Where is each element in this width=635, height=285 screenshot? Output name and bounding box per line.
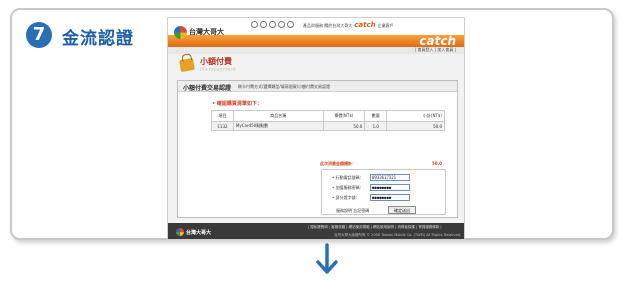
company-logo-icon[interactable] xyxy=(174,26,187,39)
pin-label: • 加值服務密碼： xyxy=(332,185,364,190)
step-title: 金流認證 xyxy=(62,29,134,49)
nav-circle-icon[interactable] xyxy=(278,21,285,28)
panel-title: 小額付費交易認證 xyxy=(183,85,232,92)
table-header-row: 項目 商品名稱 單價(NT$) 數量 小計(NT$) xyxy=(211,110,445,122)
enterprise-link[interactable]: 企業客戶 xyxy=(378,23,394,28)
copyright: 台灣大哥大版權所有 © 2008 Taiwan Mobile Co. (TWM)… xyxy=(334,233,462,237)
table-cell: 1132 xyxy=(211,121,234,131)
page-subtitle: Micropayment xyxy=(200,67,236,73)
top-nav-links[interactable]: 產品與服務 關於台灣大哥大 catch 企業客戶 xyxy=(303,21,394,29)
page-title: 小額付費 xyxy=(200,57,232,66)
help-links[interactable]: 服務說明 忘記密碼 xyxy=(336,208,369,214)
payment-page-screenshot: 台灣大哥大 產品與服務 關於台灣大哥大 catch 企業客戶 catch | 會員登… xyxy=(167,17,465,240)
footer-logo-text: 台灣大哥大 xyxy=(186,230,212,236)
col-header: 小計(NT$) xyxy=(386,110,445,122)
col-header: 商品名稱 xyxy=(232,110,324,122)
order-table: 項目 商品名稱 單價(NT$) 數量 小計(NT$) 1132 MyCard50… xyxy=(211,110,445,131)
breadcrumb: 刷卡付費方式/選擇類型/填寫個資/小額付費交易認證 xyxy=(238,84,331,89)
company-logo-text[interactable]: 台灣大哥大 xyxy=(189,27,224,37)
auth-form: • 行動電話號碼： 0933617321 • 加值服務密碼： ●●●●●●●● … xyxy=(321,169,446,215)
site-footer: 台灣大哥大 | 隱私權聲明 | 客服信箱 | 網站使用規範 | 網站使用說明 |… xyxy=(168,223,464,239)
table-cell: 50.0 xyxy=(386,121,445,131)
pin-input[interactable]: ●●●●●●●● xyxy=(370,184,410,191)
nav-circle-buttons[interactable] xyxy=(251,21,294,28)
footer-logo-icon xyxy=(176,228,184,236)
footer-links[interactable]: | 隱私權聲明 | 客服信箱 | 網站使用規範 | 網站使用說明 | 消費者保護… xyxy=(308,225,442,230)
col-header: 數量 xyxy=(364,110,388,122)
table-cell: 1.0 xyxy=(364,121,388,131)
confirm-list-label: • 確認購買清單如下： xyxy=(212,101,262,107)
total-value: 50.0 xyxy=(432,161,442,166)
id-label: • 身分證字號： xyxy=(332,195,360,200)
phone-label: • 行動電話號碼： xyxy=(332,175,364,180)
table-cell: MyCard50點點數 xyxy=(232,121,324,131)
nav-circle-icon[interactable] xyxy=(260,21,267,28)
step-number-badge: 7 xyxy=(26,22,52,48)
transaction-panel: 小額付費交易認證 刷卡付費方式/選擇類型/填寫個資/小額付費交易認證 • 確認購… xyxy=(177,80,458,218)
phone-input[interactable]: 0933617321 xyxy=(370,174,410,181)
col-header: 項目 xyxy=(211,110,234,122)
panel-header: 小額付費交易認證 刷卡付費方式/選擇類型/填寫個資/小額付費交易認證 xyxy=(178,81,457,92)
catch-logo: catch xyxy=(419,34,456,48)
catch-link[interactable]: catch xyxy=(354,21,375,29)
nav-circle-icon[interactable] xyxy=(269,21,276,28)
total-label: 此次消費金額總計： xyxy=(320,161,356,166)
col-header: 單價(NT$) xyxy=(322,110,366,122)
top-nav-text[interactable]: 產品與服務 關於台灣大哥大 xyxy=(303,23,352,28)
member-links[interactable]: | 會員登入 | 加入會員 | xyxy=(415,47,456,53)
table-cell: 50.0 xyxy=(322,121,366,131)
submit-button[interactable]: 確定送出 xyxy=(388,206,416,214)
nav-circle-icon[interactable] xyxy=(251,21,258,28)
id-input[interactable]: ●●●●●●●● xyxy=(370,194,410,201)
nav-circle-icon[interactable] xyxy=(287,21,294,28)
down-arrow-icon xyxy=(316,243,338,274)
table-row: 1132 MyCard50點點數 50.0 1.0 50.0 xyxy=(211,121,445,131)
basket-icon xyxy=(179,57,195,73)
